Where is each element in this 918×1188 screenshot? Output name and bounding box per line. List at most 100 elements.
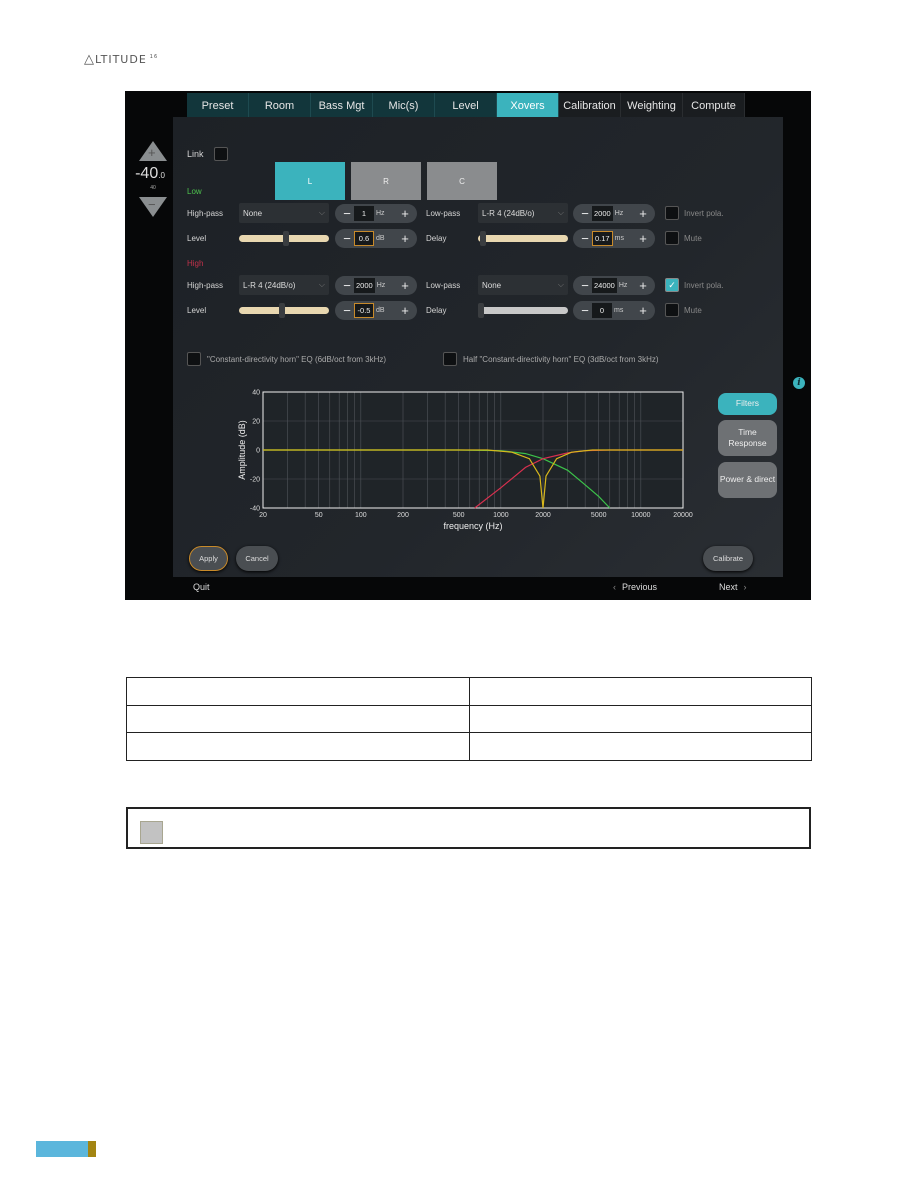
info-icon[interactable]: i [793, 377, 805, 389]
apply-button[interactable]: Apply [189, 546, 228, 571]
slider-thumb[interactable] [478, 303, 484, 318]
x-tick-label: 1000 [493, 512, 509, 519]
minus-button[interactable]: − [340, 207, 354, 220]
y-axis-label: Amplitude (dB) [237, 420, 247, 480]
value[interactable]: 0.6 [354, 231, 374, 246]
high-highpass-freq-stepper[interactable]: −2000 Hz + [335, 276, 417, 295]
low-level-slider[interactable] [239, 231, 329, 246]
value[interactable]: 0 [592, 303, 612, 318]
minus-button[interactable]: − [578, 279, 592, 292]
minus-button[interactable]: − [578, 232, 592, 245]
low-highpass-label: High-pass [187, 209, 224, 218]
high-delay-stepper[interactable]: −0 ms + [573, 301, 655, 320]
channel-button-l[interactable]: L [275, 162, 345, 200]
minus-button[interactable]: − [578, 207, 592, 220]
value[interactable]: 2000 [354, 278, 375, 293]
high-lowpass-label: Low-pass [426, 281, 461, 290]
calibrate-button[interactable]: Calibrate [703, 546, 753, 571]
quit-button[interactable]: Quit [193, 582, 210, 592]
slider-thumb[interactable] [279, 303, 286, 318]
x-tick-label: 200 [397, 512, 409, 519]
low-highpass-select[interactable]: None ⌵ [239, 203, 329, 223]
high-invert-label: Invert pola. [684, 281, 724, 290]
low-highpass-freq-stepper[interactable]: −1 Hz + [335, 204, 417, 223]
low-lowpass-freq-stepper[interactable]: −2000 Hz + [573, 204, 655, 223]
high-lowpass-select[interactable]: None ⌵ [478, 275, 568, 295]
value[interactable]: 0.17 [592, 231, 613, 246]
low-level-stepper[interactable]: −0.6 dB + [335, 229, 417, 248]
high-delay-slider[interactable] [478, 303, 568, 318]
cancel-button[interactable]: Cancel [236, 546, 278, 571]
volume-value: -40.0 [135, 165, 165, 182]
tab-xovers[interactable]: Xovers [497, 93, 559, 118]
minus-button[interactable]: − [340, 232, 354, 245]
minus-button[interactable]: − [340, 304, 354, 317]
tab-room[interactable]: Room [249, 93, 311, 118]
value[interactable]: 1 [354, 206, 374, 221]
channel-button-r[interactable]: R [351, 162, 421, 200]
low-invert-checkbox[interactable] [665, 206, 679, 220]
plus-button[interactable]: + [636, 304, 650, 317]
half-cd-horn-eq-label: Half "Constant-directivity horn" EQ (3dB… [463, 355, 659, 364]
plus-button[interactable]: + [398, 304, 412, 317]
plus-button[interactable]: + [398, 207, 412, 220]
low-delay-slider[interactable] [478, 231, 568, 246]
unit: Hz [376, 282, 386, 289]
next-button[interactable]: Next › [719, 582, 747, 592]
high-level-slider[interactable] [239, 303, 329, 318]
plus-button[interactable]: + [398, 279, 412, 292]
cd-horn-eq-label: "Constant-directivity horn" EQ (6dB/oct … [207, 355, 387, 364]
time-response-view-button[interactable]: Time Response [718, 420, 777, 456]
y-tick-label: 0 [256, 448, 260, 455]
x-axis-label: frequency (Hz) [443, 521, 502, 531]
unit: ms [614, 235, 624, 242]
slider-thumb[interactable] [479, 231, 486, 246]
tab-bass-mgt[interactable]: Bass Mgt [311, 93, 373, 118]
high-level-label: Level [187, 306, 207, 315]
plus-button[interactable]: + [636, 279, 650, 292]
filters-view-button[interactable]: Filters [718, 393, 777, 415]
low-level-label: Level [187, 234, 207, 243]
previous-button[interactable]: ‹ Previous [613, 582, 657, 592]
volume-up-button[interactable]: + [139, 141, 167, 161]
value[interactable]: 2000 [592, 206, 613, 221]
power-direct-view-button[interactable]: Power & direct [718, 462, 777, 498]
minus-button[interactable]: − [340, 279, 354, 292]
high-lowpass-freq-stepper[interactable]: −24000 Hz + [573, 276, 655, 295]
low-mute-checkbox[interactable] [665, 231, 679, 245]
x-tick-label: 20000 [673, 512, 693, 519]
slider-thumb[interactable] [282, 231, 289, 246]
low-delay-stepper[interactable]: −0.17 ms + [573, 229, 655, 248]
tab-preset[interactable]: Preset [187, 93, 249, 118]
chevron-down-icon: ⌵ [318, 208, 325, 217]
high-level-stepper[interactable]: − -0.5 dB + [335, 301, 417, 320]
half-cd-horn-eq-checkbox[interactable] [443, 352, 457, 366]
high-mute-label: Mute [684, 306, 702, 315]
tab-weighting[interactable]: Weighting [621, 93, 683, 118]
tab-mic-s-[interactable]: Mic(s) [373, 93, 435, 118]
cd-horn-eq-checkbox[interactable] [187, 352, 201, 366]
note-icon [140, 821, 163, 844]
plus-button[interactable]: + [636, 232, 650, 245]
high-invert-checkbox[interactable]: ✓ [665, 278, 679, 292]
high-mute-checkbox[interactable] [665, 303, 679, 317]
value[interactable]: 24000 [592, 278, 617, 293]
x-tick-label: 10000 [631, 512, 651, 519]
tab-level[interactable]: Level [435, 93, 497, 118]
volume-down-button[interactable]: − [139, 197, 167, 217]
plus-button[interactable]: + [398, 232, 412, 245]
minus-button[interactable]: − [578, 304, 592, 317]
value[interactable]: -0.5 [354, 303, 374, 318]
y-tick-label: 40 [252, 390, 260, 397]
low-lowpass-select[interactable]: L-R 4 (24dB/o) ⌵ [478, 203, 568, 223]
x-tick-label: 50 [315, 512, 323, 519]
high-highpass-select[interactable]: L-R 4 (24dB/o) ⌵ [239, 275, 329, 295]
channel-button-c[interactable]: C [427, 162, 497, 200]
low-invert-label: Invert pola. [684, 209, 724, 218]
tab-compute[interactable]: Compute [683, 93, 745, 118]
link-checkbox[interactable] [214, 147, 228, 161]
plus-button[interactable]: + [636, 207, 650, 220]
logo-text: LTITUDE [95, 53, 147, 66]
low-section-title: Low [187, 187, 202, 196]
tab-calibration[interactable]: Calibration [559, 93, 621, 118]
